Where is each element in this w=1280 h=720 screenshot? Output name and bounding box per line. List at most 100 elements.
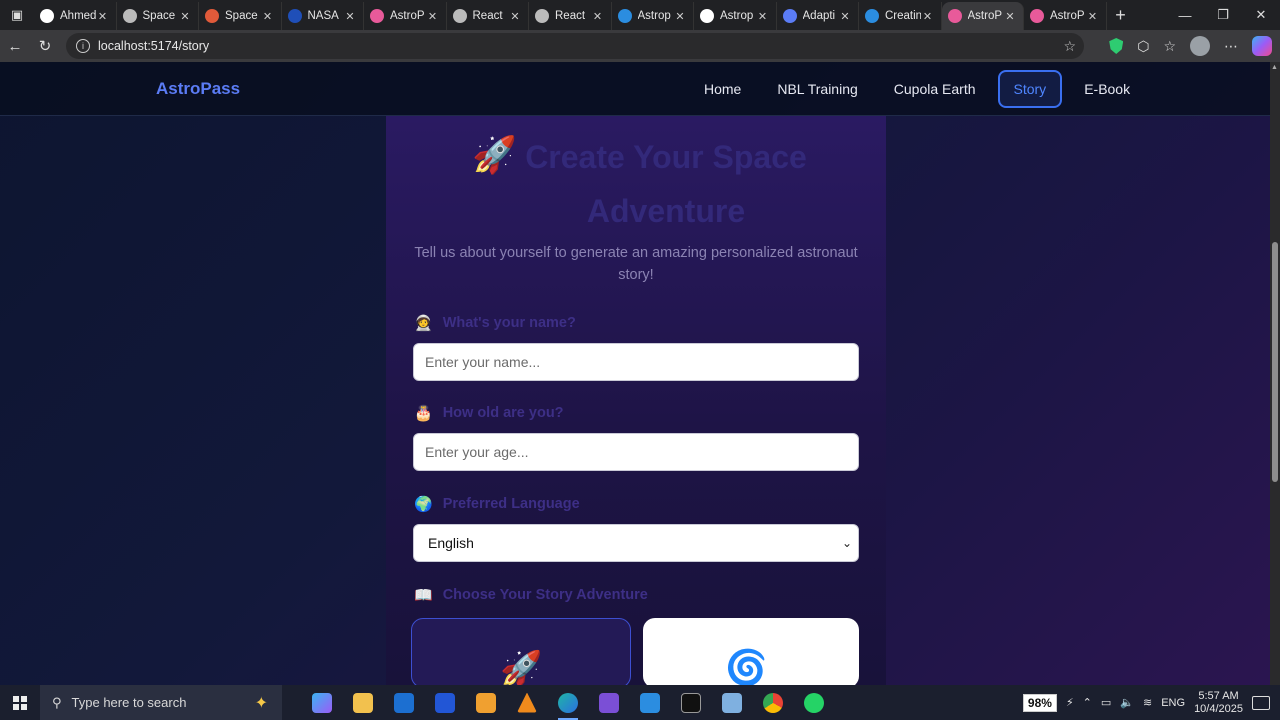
battery-indicator[interactable]: 98% <box>1022 693 1057 712</box>
whatsapp-icon[interactable] <box>796 685 832 720</box>
browser-tab[interactable]: AstroP ✕ <box>1024 2 1107 30</box>
browser-tab[interactable]: Astrop ✕ <box>612 2 694 30</box>
browser-tab[interactable]: Creatin ✕ <box>859 2 942 30</box>
input-language[interactable]: ENG <box>1161 697 1185 709</box>
close-tab-icon[interactable]: ✕ <box>426 10 440 23</box>
close-tab-icon[interactable]: ✕ <box>1003 10 1017 23</box>
site-logo[interactable]: AstroPass <box>156 79 240 99</box>
browser-tab[interactable]: AstroP ✕ <box>364 2 447 30</box>
new-tab-button[interactable]: + <box>1107 5 1135 26</box>
shield-extension-icon[interactable] <box>1109 38 1124 54</box>
page-scrollbar[interactable]: ▲ <box>1270 62 1280 685</box>
vscode-icon[interactable] <box>632 685 668 720</box>
reload-icon[interactable]: ↻ <box>30 37 60 55</box>
astropass-icon <box>1030 9 1044 23</box>
nav-link-nbl-training[interactable]: NBL Training <box>763 70 871 108</box>
browser-tab[interactable]: Adapti ✕ <box>777 2 859 30</box>
page-subtitle: Tell us about yourself to generate an am… <box>414 245 858 283</box>
tab-title: React <box>555 10 586 22</box>
astropass-icon <box>370 9 384 23</box>
outlook-icon[interactable] <box>386 685 422 720</box>
tab-title: NASA <box>307 10 339 22</box>
scrollbar-thumb[interactable] <box>1272 242 1278 482</box>
close-tab-icon[interactable]: ✕ <box>838 10 852 23</box>
extensions-icon[interactable]: ⬡ <box>1137 38 1149 55</box>
story-label: 📖 Choose Your Story Adventure <box>414 586 648 604</box>
browser-tab[interactable]: Space ✕ <box>199 2 282 30</box>
store-icon[interactable] <box>468 685 504 720</box>
back-icon[interactable]: ← <box>0 38 30 55</box>
url-text: localhost:5174/story <box>98 39 210 53</box>
react-icon <box>535 9 549 23</box>
nav-link-story[interactable]: Story <box>997 70 1063 108</box>
minimize-icon[interactable]: — <box>1166 0 1204 30</box>
taskbar-search[interactable]: ⚲ Type here to search ✦ <box>40 685 282 720</box>
language-select[interactable]: English ⌄ <box>413 524 859 562</box>
story-option-rocket[interactable]: 🚀 <box>411 618 631 685</box>
name-label-text: What's your name? <box>442 315 576 331</box>
nav-link-e-book[interactable]: E-Book <box>1070 70 1144 108</box>
copilot-icon[interactable] <box>1252 36 1272 56</box>
browser-tab[interactable]: React ✕ <box>529 2 612 30</box>
close-tab-icon[interactable]: ✕ <box>261 10 275 23</box>
wifi-icon[interactable]: ≋ <box>1143 696 1152 709</box>
vlc-icon[interactable] <box>509 685 545 720</box>
favorites-icon[interactable]: ☆ <box>1163 38 1176 55</box>
clock[interactable]: 5:57 AM 10/4/2025 <box>1194 690 1243 716</box>
address-bar[interactable]: i localhost:5174/story ☆ <box>66 33 1084 59</box>
language-label: 🌍 Preferred Language <box>414 495 580 513</box>
tray-overflow-icon[interactable]: ⌃ <box>1083 696 1092 709</box>
browser-tab[interactable]: AstroP ✕ <box>941 2 1024 30</box>
tab-title: Space <box>142 10 176 22</box>
site-header: AstroPass Home NBL Training Cupola Earth St… <box>0 62 1270 116</box>
browser-tab[interactable]: NASA ✕ <box>282 2 364 30</box>
visual-studio-icon[interactable] <box>591 685 627 720</box>
system-tray: 98% ⚡ ⌃ ▭ 🔈 ≋ ENG 5:57 AM 10/4/2025 <box>1022 685 1280 720</box>
story-label-text: Choose Your Story Adventure <box>442 587 648 603</box>
github-icon <box>700 9 714 23</box>
search-placeholder: Type here to search <box>71 695 187 710</box>
close-tab-icon[interactable]: ✕ <box>921 10 935 23</box>
close-tab-icon[interactable]: ✕ <box>756 10 770 23</box>
close-tab-icon[interactable]: ✕ <box>673 10 687 23</box>
power-icon[interactable]: ▭ <box>1101 696 1111 709</box>
file-explorer-icon[interactable] <box>345 685 381 720</box>
tab-actions-icon[interactable]: ▣ <box>0 0 34 30</box>
browser-tab[interactable]: React ✕ <box>447 2 529 30</box>
nav-link-cupola-earth[interactable]: Cupola Earth <box>880 70 990 108</box>
favorite-star-icon[interactable]: ☆ <box>1063 38 1076 55</box>
close-window-icon[interactable]: ✕ <box>1242 0 1280 30</box>
language-label-text: Preferred Language <box>442 496 580 512</box>
close-tab-icon[interactable]: ✕ <box>96 10 110 23</box>
browser-tab[interactable]: Space ✕ <box>117 2 199 30</box>
more-menu-icon[interactable]: ⋯ <box>1224 38 1238 55</box>
close-tab-icon[interactable]: ✕ <box>178 10 192 23</box>
terminal-icon[interactable] <box>673 685 709 720</box>
start-button[interactable] <box>0 685 40 720</box>
copilot-app-icon[interactable] <box>304 685 340 720</box>
age-input[interactable]: Enter your age... <box>413 433 859 471</box>
search-icon: ⚲ <box>52 694 62 710</box>
close-tab-icon[interactable]: ✕ <box>343 10 357 23</box>
tab-list: Ahmed ✕ Space ✕ Space ✕ NASA ✕ AstroP ✕ React ✕ Reac… <box>34 0 1107 30</box>
browser-tab[interactable]: Ahmed ✕ <box>34 2 117 30</box>
sparkle-icon[interactable]: ✦ <box>255 693 268 713</box>
browser-tab[interactable]: Astrop ✕ <box>694 2 777 30</box>
site-info-icon[interactable]: i <box>76 39 90 53</box>
chrome-icon[interactable] <box>755 685 791 720</box>
tab-title: AstroP <box>390 10 425 22</box>
notes-icon[interactable] <box>714 685 750 720</box>
l-app-icon[interactable] <box>427 685 463 720</box>
nav-link-home[interactable]: Home <box>690 70 755 108</box>
notifications-icon[interactable] <box>1252 695 1270 710</box>
volume-icon[interactable]: 🔈 <box>1120 696 1134 709</box>
maximize-icon[interactable]: ❐ <box>1204 0 1242 30</box>
close-tab-icon[interactable]: ✕ <box>1086 10 1100 23</box>
profile-avatar[interactable] <box>1190 36 1210 56</box>
close-tab-icon[interactable]: ✕ <box>591 10 605 23</box>
close-tab-icon[interactable]: ✕ <box>508 10 522 23</box>
story-option-galaxy[interactable]: 🌀 <box>643 618 859 685</box>
scroll-up-icon[interactable]: ▲ <box>1271 64 1278 71</box>
name-input[interactable]: Enter your name... <box>413 343 859 381</box>
edge-icon[interactable] <box>550 685 586 720</box>
